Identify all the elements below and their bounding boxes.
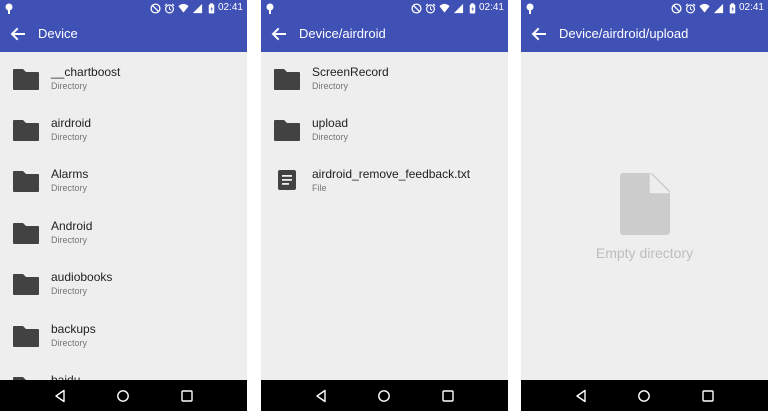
item-name: Alarms xyxy=(51,167,89,181)
airdroid-screen: 02:41 Device/airdroid ScreenRecord Direc… xyxy=(261,0,508,411)
folder-icon xyxy=(273,116,301,142)
do-not-disturb-icon xyxy=(411,3,422,14)
folder-icon xyxy=(12,373,40,380)
list-item[interactable]: Alarms Directory xyxy=(0,154,247,205)
folder-icon xyxy=(273,65,301,91)
list-item[interactable]: baidu Directory xyxy=(0,360,247,380)
device-screen: 02:41 Device __chartboost Directory aird… xyxy=(0,0,247,411)
item-type: File xyxy=(312,183,327,193)
status-time: 02:41 xyxy=(478,2,504,13)
item-type: Directory xyxy=(51,183,88,193)
wifi-icon xyxy=(699,3,710,14)
folder-icon xyxy=(12,270,40,296)
status-bar: 02:41 xyxy=(261,0,508,16)
app-bar: Device/airdroid xyxy=(261,16,508,52)
item-name: ScreenRecord xyxy=(312,65,389,79)
list-item[interactable]: airdroid_remove_feedback.txt File xyxy=(261,154,508,205)
folder-icon xyxy=(12,65,40,91)
item-type: Directory xyxy=(51,235,88,245)
back-arrow-icon[interactable] xyxy=(8,24,28,44)
app-bar: Device/airdroid/upload xyxy=(521,16,768,52)
folder-icon xyxy=(12,322,40,348)
empty-content: Empty directory xyxy=(521,52,768,380)
nav-recents-icon[interactable] xyxy=(436,384,460,408)
item-type: Directory xyxy=(312,132,349,142)
list-item[interactable]: __chartboost Directory xyxy=(0,52,247,103)
page-title: Device/airdroid/upload xyxy=(559,26,689,41)
list-item[interactable]: ScreenRecord Directory xyxy=(261,52,508,103)
upload-screen: 02:41 Device/airdroid/upload Empty direc… xyxy=(521,0,768,411)
empty-directory-message: Empty directory xyxy=(595,245,694,261)
item-name: upload xyxy=(312,116,349,130)
file-list: ScreenRecord Directory upload Directory … xyxy=(261,52,508,380)
empty-file-icon xyxy=(620,173,670,235)
status-time: 02:41 xyxy=(217,2,243,13)
nav-recents-icon[interactable] xyxy=(175,384,199,408)
nav-home-icon[interactable] xyxy=(372,384,396,408)
item-name: audiobooks xyxy=(51,270,113,284)
battery-icon xyxy=(727,3,738,14)
do-not-disturb-icon xyxy=(671,3,682,14)
item-name: __chartboost xyxy=(51,65,121,79)
alarm-icon xyxy=(425,3,436,14)
item-name: airdroid_remove_feedback.txt xyxy=(312,167,471,181)
folder-icon xyxy=(12,219,40,245)
notification-icon xyxy=(265,2,275,14)
app-bar: Device xyxy=(0,16,247,52)
item-type: Directory xyxy=(51,81,88,91)
status-bar: 02:41 xyxy=(0,0,247,16)
nav-back-icon[interactable] xyxy=(48,384,72,408)
item-type: Directory xyxy=(51,338,88,348)
signal-icon xyxy=(453,3,464,14)
nav-recents-icon[interactable] xyxy=(696,384,720,408)
folder-icon xyxy=(12,116,40,142)
back-arrow-icon[interactable] xyxy=(529,24,549,44)
file-icon xyxy=(273,167,301,193)
nav-home-icon[interactable] xyxy=(632,384,656,408)
list-item[interactable]: backups Directory xyxy=(0,309,247,360)
list-item[interactable]: audiobooks Directory xyxy=(0,257,247,308)
alarm-icon xyxy=(164,3,175,14)
do-not-disturb-icon xyxy=(150,3,161,14)
item-name: airdroid xyxy=(51,116,92,130)
page-title: Device/airdroid xyxy=(299,26,386,41)
navigation-bar xyxy=(521,380,768,411)
item-name: baidu xyxy=(51,373,81,380)
page-title: Device xyxy=(38,26,78,41)
empty-state: Empty directory xyxy=(521,52,768,380)
nav-home-icon[interactable] xyxy=(111,384,135,408)
wifi-icon xyxy=(178,3,189,14)
item-type: Directory xyxy=(51,286,88,296)
nav-back-icon[interactable] xyxy=(309,384,333,408)
battery-icon xyxy=(467,3,478,14)
item-type: Directory xyxy=(312,81,349,91)
item-name: Android xyxy=(51,219,93,233)
status-time: 02:41 xyxy=(738,2,764,13)
navigation-bar xyxy=(261,380,508,411)
status-bar: 02:41 xyxy=(521,0,768,16)
item-type: Directory xyxy=(51,132,88,142)
signal-icon xyxy=(192,3,203,14)
nav-back-icon[interactable] xyxy=(569,384,593,408)
list-item[interactable]: upload Directory xyxy=(261,103,508,154)
alarm-icon xyxy=(685,3,696,14)
item-name: backups xyxy=(51,322,96,336)
notification-icon xyxy=(525,2,535,14)
signal-icon xyxy=(713,3,724,14)
navigation-bar xyxy=(0,380,247,411)
list-item[interactable]: Android Directory xyxy=(0,206,247,257)
notification-icon xyxy=(4,2,14,14)
file-list: __chartboost Directory airdroid Director… xyxy=(0,52,247,380)
list-item[interactable]: airdroid Directory xyxy=(0,103,247,154)
folder-icon xyxy=(12,167,40,193)
battery-icon xyxy=(206,3,217,14)
back-arrow-icon[interactable] xyxy=(269,24,289,44)
wifi-icon xyxy=(439,3,450,14)
